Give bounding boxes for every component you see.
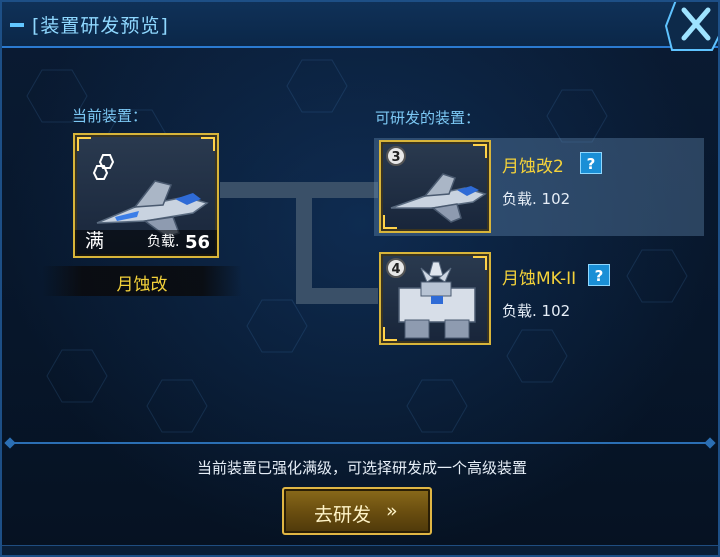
current-device-name: 月蚀改 [116, 275, 168, 295]
close-icon[interactable] [662, 0, 720, 54]
title-bar: [装置研发预览] [2, 2, 718, 48]
target-device-card[interactable]: 3 [379, 140, 491, 233]
connector-line [296, 288, 378, 304]
divider [10, 442, 714, 444]
target-device-load: 负载. 102 [502, 302, 571, 320]
max-level-text: 满 [85, 230, 105, 252]
help-button[interactable]: ? [588, 264, 610, 286]
load-value: 56 [185, 232, 211, 253]
title-dash [10, 23, 24, 27]
go-research-label: 去研发 [314, 504, 372, 526]
load-label: 负载. [147, 234, 180, 250]
rank-badge: 3 [386, 146, 406, 166]
dialog-panel: [装置研发预览] 当前装置： 满 负载. 56 月蚀改 可研发的装置： 3 月蚀… [0, 0, 720, 557]
hint-text: 当前装置已强化满级，可选择研发成一个高级装置 [196, 459, 527, 477]
target-option-1[interactable]: 3 月蚀改2 ? 负载. 102 [374, 138, 704, 236]
double-chevron-right-icon: » [386, 500, 398, 522]
help-button[interactable]: ? [580, 152, 602, 174]
window-title: [装置研发预览] [32, 15, 169, 37]
bottom-strip [2, 545, 718, 555]
rank-badge: 4 [386, 258, 406, 278]
target-option-2[interactable]: 4 月蚀MK-II ? 负载. 102 [374, 250, 704, 348]
go-research-button[interactable]: 去研发 » [282, 487, 432, 535]
target-device-card[interactable]: 4 [379, 252, 491, 345]
current-device-label: 当前装置： [72, 107, 148, 125]
current-device-card[interactable]: 满 负载. 56 [73, 133, 219, 258]
target-devices-label: 可研发的装置： [375, 109, 481, 127]
connector-line [220, 182, 300, 198]
target-device-load: 负载. 102 [502, 190, 571, 208]
close-button[interactable] [662, 0, 720, 54]
connector-line [296, 182, 378, 198]
hexagon-rank-icon [92, 154, 115, 180]
connector-line [296, 182, 312, 302]
target-device-name: 月蚀MK-II [502, 269, 577, 289]
target-device-name: 月蚀改2 [502, 157, 564, 177]
